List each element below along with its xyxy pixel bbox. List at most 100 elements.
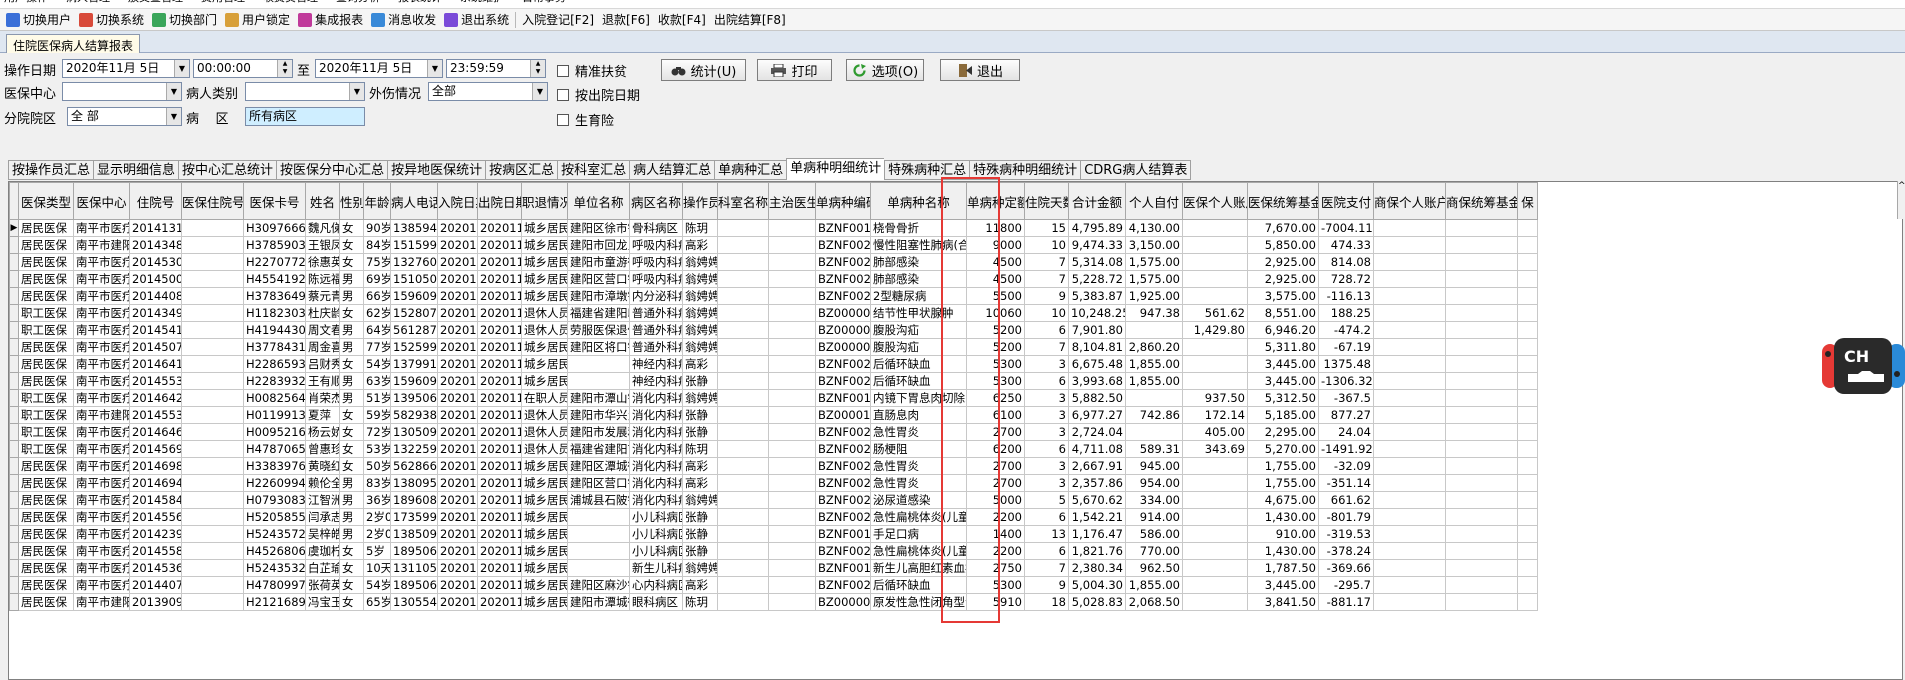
report-tab[interactable]: 按医保分中心汇总: [276, 160, 388, 180]
column-header[interactable]: 科室名称: [717, 182, 769, 220]
row-indicator[interactable]: [9, 338, 19, 356]
maternity-insurance-checkbox[interactable]: 生育险: [557, 110, 614, 129]
report-tab[interactable]: 显示明细信息: [93, 160, 179, 180]
menu-item[interactable]: 用户操作: [4, 0, 48, 4]
menu-item[interactable]: 费用管理: [201, 0, 245, 4]
toolbar-button[interactable]: 退出系统: [440, 10, 513, 30]
report-tab[interactable]: 特殊病种明细统计: [969, 160, 1081, 180]
options-button[interactable]: 选项(O): [846, 59, 924, 81]
report-tab[interactable]: 病人结算汇总: [629, 160, 715, 180]
grid-scroll-up-arrow[interactable]: ^: [1897, 181, 1905, 219]
branch-campus-select[interactable]: 全 部: [67, 107, 182, 126]
toolbar-button[interactable]: 入院登记[F2]: [518, 10, 598, 30]
column-header[interactable]: 合计金额: [1068, 182, 1126, 220]
column-header[interactable]: 单病种定额: [966, 182, 1025, 220]
column-header[interactable]: 姓名: [305, 182, 340, 220]
table-row[interactable]: 居民医保南平市医疗(2014500 H45541920陈远福男69岁1510506…: [9, 270, 1538, 288]
column-header[interactable]: 单位名称: [567, 182, 630, 220]
toolbar-button[interactable]: 切换系统: [75, 10, 148, 30]
column-header[interactable]: 医保住院号: [181, 182, 244, 220]
time-to-input[interactable]: 23:59:59: [446, 59, 546, 78]
date-from-picker[interactable]: 2020年11月 5日: [62, 59, 190, 78]
column-header[interactable]: 医保中心: [73, 182, 130, 220]
table-row[interactable]: 居民医保南平市医疗(2014641 H22865930吕财秀女54岁1379912…: [9, 355, 1538, 373]
report-tab[interactable]: CDRG病人结算表: [1080, 160, 1192, 180]
column-header[interactable]: 商保个人账户: [1373, 182, 1446, 220]
column-header[interactable]: 病区名称: [629, 182, 683, 220]
exit-button[interactable]: 退出: [940, 59, 1020, 81]
table-row[interactable]: 居民医保南平市医疗(2014408 H37836497蔡元青男66岁1596098…: [9, 287, 1538, 305]
toolbar-button[interactable]: 消息收发: [367, 10, 440, 30]
row-indicator[interactable]: [9, 389, 19, 407]
report-tab[interactable]: 特殊病种汇总: [884, 160, 970, 180]
column-header[interactable]: 医保统筹基金: [1247, 182, 1319, 220]
table-row[interactable]: 居民医保南平市医疗(2014530 H22707721徐惠英女75岁1327607…: [9, 253, 1538, 271]
column-header[interactable]: 商保统筹基金: [1445, 182, 1518, 220]
table-row[interactable]: ▶居民医保南平市医疗(2014131 H30976665魏凡俤女90岁138594…: [9, 219, 1538, 237]
column-header[interactable]: 操作员: [682, 182, 718, 220]
column-header[interactable]: 入院日期: [437, 182, 478, 220]
by-discharge-date-checkbox[interactable]: 按出院日期: [557, 85, 640, 104]
row-indicator[interactable]: [9, 440, 19, 458]
table-row[interactable]: 职工医保南平市建阳[2014553H01199131夏萍女59岁58293812…: [9, 406, 1538, 424]
table-row[interactable]: 居民医保南平市医疗(2014584 H07930837江智洲男36岁1896083…: [9, 491, 1538, 509]
column-header[interactable]: 医保卡号: [243, 182, 306, 220]
time-from-input[interactable]: 00:00:00: [193, 59, 293, 78]
table-row[interactable]: 职工医保南平市医疗(2014349 H11823030杜庆龄女62岁1528079…: [9, 304, 1538, 322]
column-header[interactable]: 医保个人账户: [1182, 182, 1248, 220]
row-indicator[interactable]: [9, 406, 19, 424]
row-indicator[interactable]: [9, 423, 19, 441]
trauma-status-select[interactable]: 全部: [428, 82, 548, 101]
row-indicator[interactable]: [9, 542, 19, 560]
report-tab[interactable]: 按中心汇总统计: [178, 160, 277, 180]
column-header[interactable]: 保: [1517, 182, 1538, 220]
report-tab[interactable]: 单病种明细统计: [786, 158, 885, 180]
table-row[interactable]: 居民医保南平市医疗(2014239 H52435720吴梓皓男2岁0月138509…: [9, 525, 1538, 543]
column-header[interactable]: 医院支付: [1318, 182, 1374, 220]
column-header[interactable]: 单病种编码: [815, 182, 871, 220]
table-row[interactable]: 居民医保南平市医疗(2014536 H52435325白芷瑜女10天1311057…: [9, 559, 1538, 577]
row-indicator[interactable]: [9, 287, 19, 305]
table-row[interactable]: 居民医保南平市医疗(2014507 H37784316周金喜男77岁1525993…: [9, 338, 1538, 356]
row-indicator[interactable]: [9, 321, 19, 339]
row-indicator[interactable]: [9, 474, 19, 492]
column-header[interactable]: 病人电话: [390, 182, 438, 220]
menu-item[interactable]: 报表统计: [398, 0, 442, 4]
menu-item[interactable]: 查询分析: [336, 0, 380, 4]
row-indicator[interactable]: [9, 508, 19, 526]
row-indicator[interactable]: [9, 304, 19, 322]
table-row[interactable]: 职工医保南平市医疗(2014646 H00952160杨云娇女72岁1305099…: [9, 423, 1538, 441]
row-indicator[interactable]: [9, 491, 19, 509]
row-indicator[interactable]: [9, 525, 19, 543]
report-tab[interactable]: 按操作员汇总: [8, 160, 94, 180]
patient-category-select[interactable]: [245, 82, 365, 101]
table-row[interactable]: 居民医保南平市医疗(2014694 H22609945赖伦全男83岁1380958…: [9, 474, 1538, 492]
print-button[interactable]: 打印: [757, 59, 832, 81]
toolbar-button[interactable]: 出院结算[F8]: [710, 10, 790, 30]
document-tab-settlement-report[interactable]: 住院医保病人结算报表: [6, 34, 141, 53]
column-header[interactable]: 住院号: [129, 182, 182, 220]
toolbar-button[interactable]: 用户锁定: [221, 10, 294, 30]
toolbar-button[interactable]: 切换部门: [148, 10, 221, 30]
toolbar-button[interactable]: 集成报表: [294, 10, 367, 30]
table-row[interactable]: 居民医保南平市医疗(2014556 H52058558闫承志男2岁0月173599…: [9, 508, 1538, 526]
menu-item[interactable]: 病人管理: [66, 0, 110, 4]
row-indicator[interactable]: [9, 457, 19, 475]
table-row[interactable]: 居民医保南平市建阳[2014348 H37859031王银凤女84岁1515995…: [9, 236, 1538, 254]
column-header[interactable]: 性别: [339, 182, 364, 220]
column-header[interactable]: 年龄: [363, 182, 391, 220]
column-header[interactable]: 主治医生: [768, 182, 816, 220]
row-indicator[interactable]: [9, 372, 19, 390]
row-indicator[interactable]: [9, 576, 19, 594]
report-tab[interactable]: 单病种汇总: [714, 160, 787, 180]
row-indicator[interactable]: [9, 355, 19, 373]
column-header[interactable]: 医保类型: [18, 182, 74, 220]
column-header[interactable]: 住院天数: [1024, 182, 1069, 220]
toolbar-button[interactable]: 退款[F6]: [598, 10, 654, 30]
column-header[interactable]: 出院日期: [477, 182, 522, 220]
row-indicator[interactable]: [9, 270, 19, 288]
report-tab[interactable]: 按病区汇总: [485, 160, 558, 180]
stat-button[interactable]: 统计(U): [661, 59, 746, 81]
menu-item[interactable]: 放交查管理: [128, 0, 183, 4]
toolbar-button[interactable]: 收款[F4]: [654, 10, 710, 30]
